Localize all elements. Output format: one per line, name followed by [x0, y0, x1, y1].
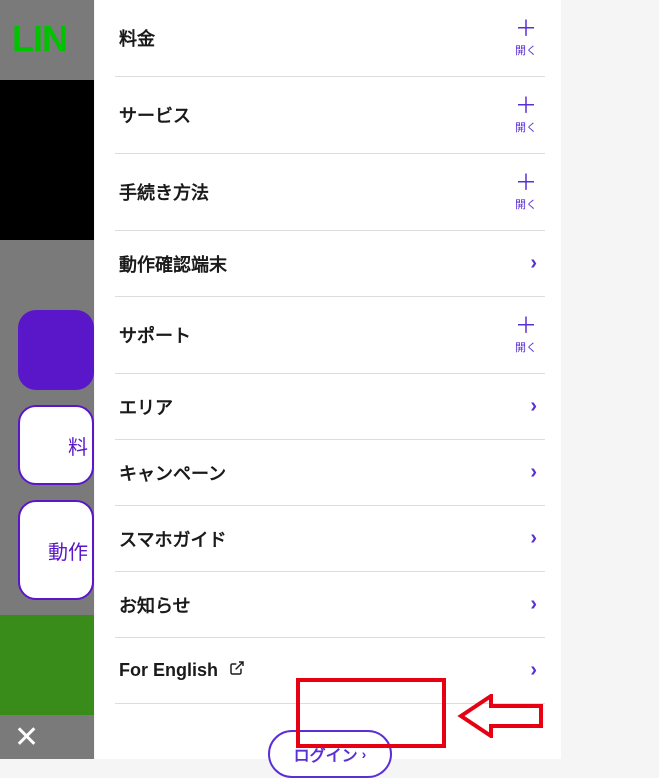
- menu-item-service[interactable]: サービス ＋ 開く: [115, 77, 545, 154]
- menu-item-label: 手続き方法: [119, 179, 209, 205]
- menu-item-label: 動作確認端末: [119, 251, 227, 277]
- chevron-right-icon: ›: [530, 395, 537, 418]
- close-menu-button[interactable]: ✕: [14, 723, 39, 753]
- menu-item-area[interactable]: エリア ›: [115, 374, 545, 440]
- menu-item-news[interactable]: お知らせ ›: [115, 572, 545, 638]
- menu-item-english[interactable]: For English ›: [115, 638, 545, 704]
- chevron-right-icon: ›: [362, 746, 367, 762]
- menu-item-smartphone-guide[interactable]: スマホガイド ›: [115, 506, 545, 572]
- chevron-right-icon: ›: [530, 593, 537, 616]
- plus-icon: ＋: [515, 172, 537, 194]
- login-label: ログイン: [294, 742, 358, 766]
- chevron-right-icon: ›: [530, 659, 537, 682]
- backdrop-overlay: LIN 料 動作 ✕: [0, 0, 94, 759]
- chevron-right-icon: ›: [530, 252, 537, 275]
- menu-item-label: サポート: [119, 322, 191, 348]
- menu-item-label: お知らせ: [119, 592, 191, 618]
- close-icon: ✕: [14, 723, 39, 753]
- chevron-right-icon: ›: [530, 527, 537, 550]
- login-button[interactable]: ログイン ›: [268, 730, 393, 778]
- menu-item-support[interactable]: サポート ＋ 開く: [115, 297, 545, 374]
- expand-label: 開く: [515, 196, 537, 212]
- menu-item-procedure[interactable]: 手続き方法 ＋ 開く: [115, 154, 545, 231]
- nav-menu-panel: 料金 ＋ 開く サービス ＋ 開く 手続き方法 ＋ 開く 動作確認端末 › サポ…: [95, 0, 561, 759]
- plus-icon: ＋: [515, 315, 537, 337]
- expand-label: 開く: [515, 119, 537, 135]
- menu-item-label: キャンペーン: [119, 460, 226, 486]
- menu-item-label: 料金: [119, 25, 155, 51]
- bg-button-fragment-1: [18, 310, 94, 390]
- plus-icon: ＋: [515, 95, 537, 117]
- bg-hero-fragment: [0, 80, 94, 240]
- menu-item-devices[interactable]: 動作確認端末 ›: [115, 231, 545, 297]
- chevron-right-icon: ›: [530, 461, 537, 484]
- menu-item-label: For English: [119, 660, 245, 682]
- menu-item-label: エリア: [119, 394, 173, 420]
- expand-label: 開く: [515, 339, 537, 355]
- brand-logo-fragment: LIN: [0, 0, 94, 60]
- bg-button-fragment-3: 動作: [18, 500, 94, 600]
- menu-item-pricing[interactable]: 料金 ＋ 開く: [115, 0, 545, 77]
- plus-icon: ＋: [515, 18, 537, 40]
- bg-green-fragment: [0, 615, 94, 715]
- expand-label: 開く: [515, 42, 537, 58]
- menu-item-label: スマホガイド: [119, 526, 226, 552]
- external-link-icon: [229, 660, 245, 681]
- bg-button-fragment-2: 料: [18, 405, 94, 485]
- menu-item-campaign[interactable]: キャンペーン ›: [115, 440, 545, 506]
- menu-item-label: サービス: [119, 102, 191, 128]
